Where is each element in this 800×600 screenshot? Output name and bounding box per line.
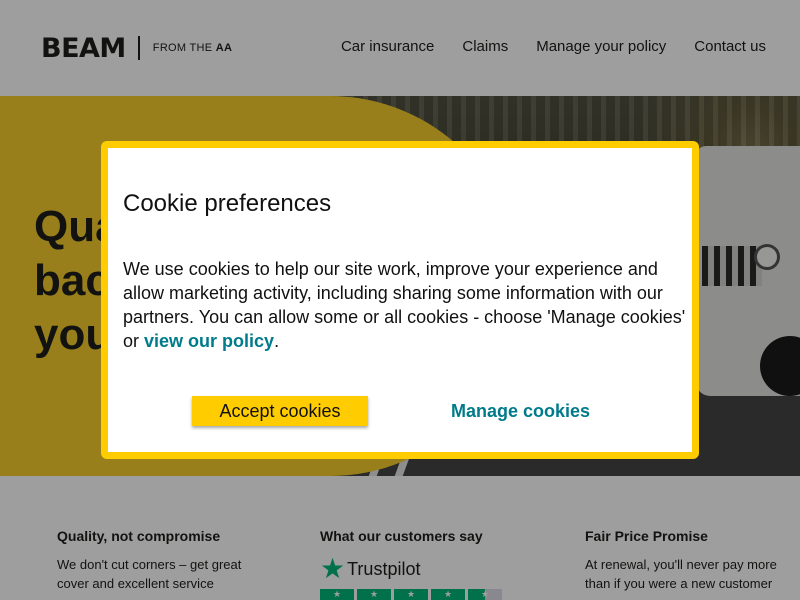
view-policy-link[interactable]: view our policy	[144, 331, 274, 351]
cookie-dialog-body: We use cookies to help our site work, im…	[123, 257, 688, 353]
cookie-dialog-title: Cookie preferences	[123, 190, 332, 217]
cookie-dialog: Cookie preferences We use cookies to hel…	[101, 141, 699, 459]
accept-cookies-button[interactable]: Accept cookies	[192, 396, 368, 426]
manage-cookies-button[interactable]: Manage cookies	[438, 396, 603, 426]
cookie-dialog-text-end: .	[274, 331, 280, 351]
